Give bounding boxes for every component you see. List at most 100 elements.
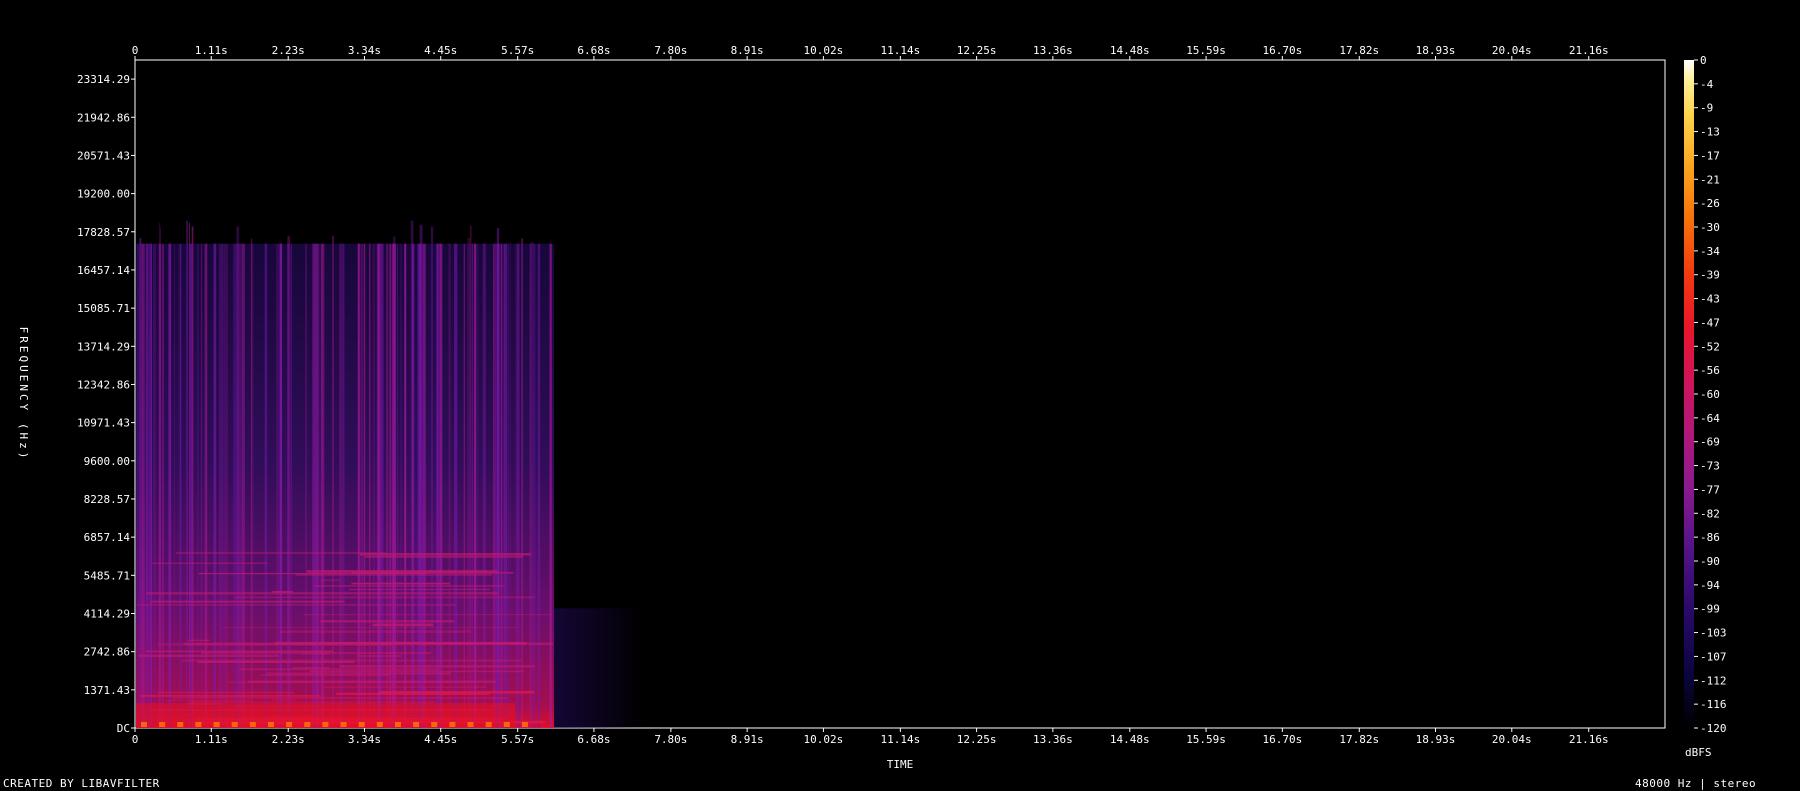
- x-tick-label-top: 2.23s: [272, 44, 305, 57]
- energy-band: [313, 585, 505, 587]
- energy-band: [372, 623, 434, 627]
- energy-onset: [431, 722, 438, 727]
- colorbar-tick-label: -56: [1700, 364, 1720, 377]
- x-tick-label-bottom: 12.25s: [957, 733, 997, 746]
- colorbar-tick-label: -99: [1700, 603, 1720, 616]
- energy-onset: [231, 722, 238, 727]
- energy-onset: [394, 722, 401, 727]
- colorbar-tick-label: 0: [1700, 54, 1707, 67]
- energy-band: [138, 654, 279, 658]
- energy-band: [292, 666, 330, 669]
- energy-streak: [290, 243, 293, 728]
- energy-band: [319, 620, 454, 623]
- colorbar-tick-label: -39: [1700, 269, 1720, 282]
- x-tick-label-top: 12.25s: [957, 44, 997, 57]
- energy-band: [324, 686, 487, 688]
- energy-streak: [549, 243, 551, 728]
- energy-band: [165, 699, 251, 702]
- energy-streak: [139, 237, 142, 728]
- created-by-label: CREATED BY LIBAVFILTER: [3, 777, 160, 790]
- x-tick-label-top: 10.02s: [804, 44, 844, 57]
- colorbar-tick-label: -116: [1700, 698, 1727, 711]
- energy-streak: [503, 243, 505, 728]
- energy-band: [181, 659, 522, 662]
- energy-band: [340, 665, 535, 668]
- x-tick-label-bottom: 13.36s: [1033, 733, 1073, 746]
- energy-streak: [463, 243, 465, 728]
- energy-streak: [467, 237, 470, 728]
- energy-streak: [317, 243, 319, 728]
- energy-onset: [340, 722, 347, 727]
- energy-band: [146, 592, 499, 595]
- energy-band: [383, 641, 437, 643]
- y-tick-label: 13714.29: [77, 340, 130, 353]
- y-tick-label: DC: [117, 722, 130, 735]
- colorbar-tick-label: -69: [1700, 436, 1720, 449]
- energy-streak: [501, 243, 503, 728]
- x-tick-label-bottom: 17.82s: [1339, 733, 1379, 746]
- y-axis-title: FREQUENCY (Hz): [17, 327, 30, 462]
- x-axis-title: TIME: [887, 758, 914, 771]
- energy-streak: [319, 243, 321, 728]
- energy-streak: [410, 220, 414, 728]
- y-tick-label: 10971.43: [77, 417, 130, 430]
- colorbar-tick-label: -43: [1700, 293, 1720, 306]
- x-tick-label-top: 15.59s: [1186, 44, 1226, 57]
- colorbar-tick-label: -52: [1700, 340, 1720, 353]
- energy-band: [140, 695, 321, 697]
- y-tick-label: 15085.71: [77, 302, 130, 315]
- y-tick-label: 6857.14: [84, 531, 131, 544]
- x-tick-label-top: 18.93s: [1416, 44, 1456, 57]
- energy-streak: [515, 243, 518, 728]
- energy-onset: [485, 722, 492, 727]
- energy-streak: [305, 243, 307, 728]
- energy-onset: [286, 722, 293, 727]
- x-tick-label-top: 4.45s: [424, 44, 457, 57]
- energy-onset: [267, 722, 274, 727]
- energy-band: [266, 672, 452, 675]
- y-tick-label: 2742.86: [84, 646, 130, 659]
- energy-streak: [537, 243, 541, 728]
- spectrogram-chart: 0 1.11s 2.23s 3.34s 4.45s 5.57s 6.68s 7.80s 8.91…: [17, 44, 1727, 771]
- x-axis-bottom: 0 1.11s 2.23s 3.34s 4.45s 5.57s 6.68s 7.80s 8.91…: [132, 728, 1609, 746]
- energy-band: [320, 579, 341, 582]
- energy-streak: [509, 241, 511, 728]
- y-axis: DC 1371.43 2742.86 4114.29 5485.71 6857.14 822…: [77, 73, 135, 735]
- x-tick-label-bottom: 18.93s: [1416, 733, 1456, 746]
- energy-onset: [213, 722, 220, 727]
- energy-band: [351, 582, 451, 585]
- energy-streak: [476, 243, 479, 728]
- energy-streak: [496, 228, 500, 728]
- energy-band: [156, 691, 295, 694]
- energy-band: [238, 668, 440, 671]
- energy-band: [137, 603, 456, 606]
- colorbar-tick-label: -9: [1700, 102, 1713, 115]
- energy-streak: [530, 241, 534, 728]
- colorbar-tick-label: -26: [1700, 197, 1720, 210]
- x-tick-label-bottom: 4.45s: [424, 733, 457, 746]
- colorbar-title: dBFS: [1685, 746, 1712, 759]
- energy-streak: [470, 225, 472, 729]
- energy-onset: [177, 722, 184, 727]
- colorbar-tick-label: -30: [1700, 221, 1720, 234]
- energy-streak: [413, 243, 415, 728]
- energy-band: [187, 639, 210, 641]
- energy-streak: [483, 243, 487, 728]
- energy-onset: [195, 722, 202, 727]
- energy-band: [145, 650, 333, 653]
- energy-band: [157, 643, 396, 646]
- energy-streak: [313, 243, 317, 728]
- energy-band: [351, 571, 514, 574]
- colorbar-tick-label: -103: [1700, 627, 1727, 640]
- energy-streak: [455, 243, 458, 728]
- colorbar-tick-label: -94: [1700, 579, 1720, 592]
- energy-band: [364, 555, 524, 558]
- x-tick-label-bottom: 3.34s: [348, 733, 381, 746]
- energy-streak: [404, 243, 407, 728]
- colorbar-tick-label: -82: [1700, 507, 1720, 520]
- x-tick-label-top: 8.91s: [731, 44, 764, 57]
- x-tick-label-bottom: 10.02s: [804, 733, 844, 746]
- y-tick-label: 1371.43: [84, 684, 130, 697]
- energy-band: [175, 551, 386, 555]
- energy-band: [359, 552, 531, 556]
